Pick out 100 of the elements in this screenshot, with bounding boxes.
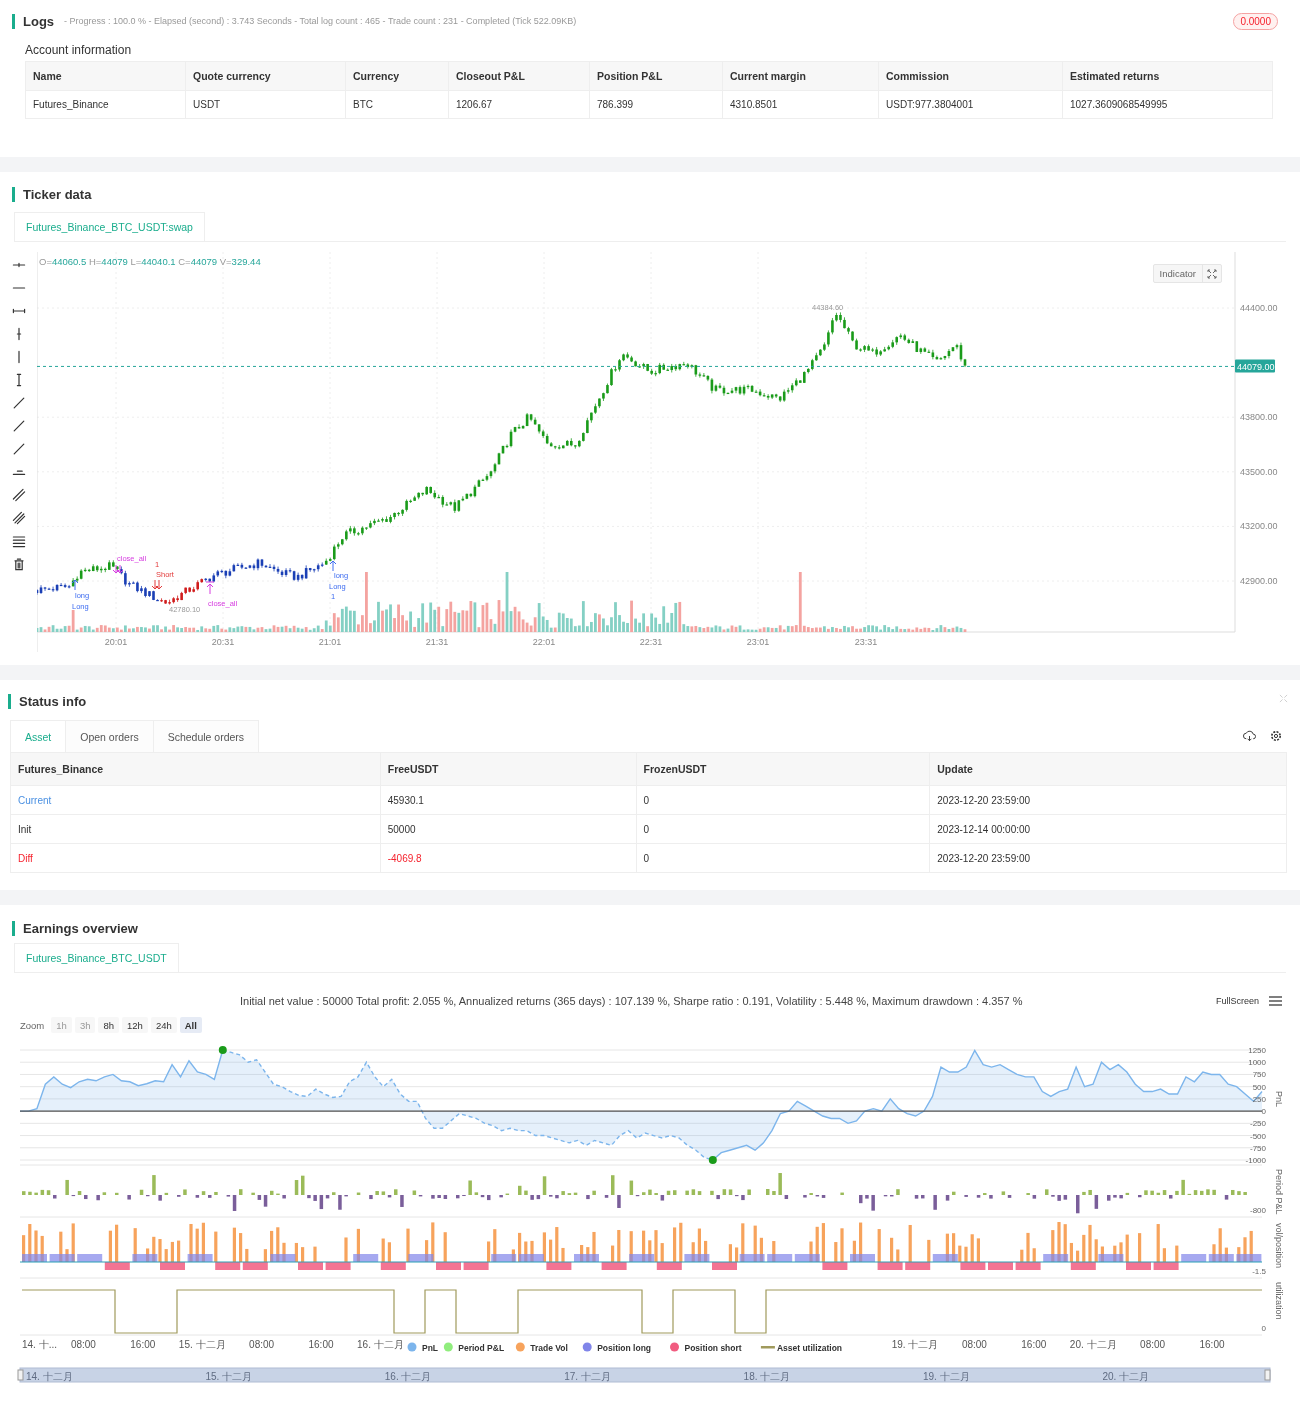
table-cell: 0	[643, 794, 650, 806]
section-title: Earnings overview	[12, 920, 138, 936]
table-cell: Futures_Binance	[25, 90, 186, 119]
y-axis-label: -800	[1250, 1206, 1266, 1215]
trough-marker	[708, 1156, 717, 1164]
profit-badge: 0.0000	[1233, 12, 1278, 30]
column-header: FrozenUSDT	[636, 752, 930, 786]
table-cell: 2023-12-14 00:00:00	[937, 823, 1031, 835]
table-cell: 50000	[387, 823, 416, 835]
y-axis-label: -500	[1250, 1131, 1266, 1141]
x-axis-label: 20:31	[211, 637, 235, 647]
axis-title: vol/position	[1274, 1223, 1284, 1269]
log-summary: - Progress : 100.0 % - Elapsed (second) : 3.743 Seconds - Total log count : 465 - Trade count : 231 - Completed (Tick 522.09KB)	[64, 16, 577, 26]
y-axis-label: 42900.00	[1240, 576, 1278, 586]
x-axis-label: 20:01	[104, 637, 128, 647]
short-arrow-icon	[151, 579, 163, 590]
y-axis-label: 0	[1261, 1324, 1266, 1333]
subsection-title: Account information	[24, 42, 133, 59]
table-cell: 1027.3609068549995	[1062, 90, 1273, 119]
y-axis-label: 43200.00	[1240, 521, 1278, 532]
section-title: Ticker data	[12, 186, 92, 202]
legend-item[interactable]: Period P&L	[443, 1342, 505, 1353]
x-axis-label: 15. 十二月	[178, 1339, 226, 1350]
column-header: Futures_Binance	[10, 752, 381, 786]
x-axis-label: 19. 十二月	[891, 1339, 939, 1350]
y-axis-label: -250	[1250, 1119, 1266, 1129]
axis-title: utilization	[1274, 1282, 1284, 1320]
column-header: Position P&L	[589, 61, 723, 91]
x-axis-label: 14. 十...	[22, 1339, 57, 1350]
fullscreen-button[interactable]: FullScreen	[1209, 995, 1265, 1007]
zoom-button[interactable]: 8h	[98, 1017, 120, 1033]
column-header: Quote currency	[185, 61, 346, 91]
axis-title: PnL	[1274, 1091, 1284, 1107]
table-cell: USDT:977.3804001	[878, 90, 1063, 119]
y-axis-label: 44400.00	[1240, 303, 1278, 313]
table-cell: 0	[643, 823, 650, 835]
column-header: Currency	[345, 61, 449, 91]
x-axis-label: 21:01	[318, 637, 342, 647]
y-axis-label: 0	[1261, 1107, 1266, 1117]
table-cell: Init	[18, 823, 32, 835]
zoom-button[interactable]: All	[179, 1017, 202, 1033]
table-cell: 0	[643, 852, 650, 864]
table-cell: 45930.1	[387, 794, 424, 806]
x-axis-label: 23:01	[746, 637, 770, 647]
close-arrow-icon	[205, 581, 215, 595]
column-header: Update	[929, 752, 1287, 786]
x-axis-label: 16:00	[130, 1339, 156, 1350]
peak-marker	[218, 1046, 227, 1054]
y-axis-label: 1250	[1248, 1046, 1266, 1055]
table-cell: Current	[18, 794, 52, 806]
table-cell: BTC	[345, 90, 449, 119]
axis-title: Period P&L	[1274, 1169, 1284, 1215]
long-arrow-icon	[329, 560, 337, 572]
y-axis-label: 1000	[1248, 1058, 1266, 1068]
y-axis-label: 43800.00	[1240, 412, 1278, 423]
section-title: Status info	[8, 693, 87, 709]
column-header: Name	[25, 61, 186, 91]
legend-item[interactable]: Position short	[670, 1342, 742, 1353]
y-axis-label: 750	[1252, 1070, 1266, 1080]
y-axis-label: 500	[1252, 1082, 1266, 1092]
table-cell: Diff	[18, 852, 33, 864]
zoom-button[interactable]: 12h	[122, 1017, 148, 1033]
table-cell: 2023-12-20 23:59:00	[937, 794, 1031, 806]
x-axis-label: 22:01	[532, 637, 556, 647]
x-axis-label: 21:31	[425, 637, 449, 647]
column-header: FreeUSDT	[380, 752, 636, 786]
x-axis-label: 08:00	[1140, 1339, 1166, 1350]
x-axis-label: 23:31	[854, 637, 878, 647]
table-cell: 4310.8501	[722, 90, 879, 119]
long-arrow-icon	[71, 579, 79, 591]
zoom-button[interactable]: 24h	[150, 1017, 177, 1033]
x-axis-label: 16. 十二月	[357, 1339, 404, 1350]
x-axis-label: 08:00	[961, 1339, 987, 1350]
y-axis-label: -1000	[1245, 1156, 1266, 1165]
x-axis-label: 08:00	[70, 1339, 96, 1350]
table-cell: -4069.8	[387, 852, 422, 864]
zoom-label: Zoom	[20, 1019, 45, 1031]
column-header: Estimated returns	[1062, 61, 1273, 91]
legend-item[interactable]: Asset utilization	[760, 1342, 843, 1353]
x-axis-label: 20. 十二月	[1069, 1339, 1117, 1350]
x-axis-label: 16:00	[308, 1339, 334, 1350]
table-cell: 1206.67	[448, 90, 590, 119]
ohlc-readout: O=44060.5 H=44079 L=44040.1 C=44079 V=329.44	[39, 256, 261, 267]
legend-item[interactable]: Position long	[582, 1342, 652, 1353]
table-cell: 786.399	[589, 90, 723, 119]
column-header: Current margin	[722, 61, 879, 91]
y-axis-label: -750	[1250, 1143, 1266, 1153]
legend-item[interactable]: PnL	[407, 1342, 439, 1353]
x-axis-label: 22:31	[639, 637, 663, 647]
y-axis-label: 43500.00	[1240, 466, 1278, 477]
column-header: Commission	[878, 61, 1063, 91]
tab[interactable]: Schedule orders	[152, 720, 260, 752]
summary-text: Initial net value : 50000 Total profit: 2.055 %, Annualized returns (365 days) : 107.139 %, Sharpe ratio : 0.191, Volatility : 5.448 %, Maximum drawdown : 4.357 %	[240, 995, 1023, 1007]
legend-item[interactable]: Trade Vol	[515, 1342, 568, 1353]
y-axis-label: -1.5	[1252, 1267, 1266, 1276]
price-tag: 44079.00	[1235, 359, 1275, 373]
close-arrow-icon	[112, 564, 124, 574]
x-axis-label: 08:00	[249, 1339, 275, 1350]
x-axis-label: 16:00	[1199, 1339, 1225, 1350]
x-axis-label: 16:00	[1021, 1339, 1047, 1350]
